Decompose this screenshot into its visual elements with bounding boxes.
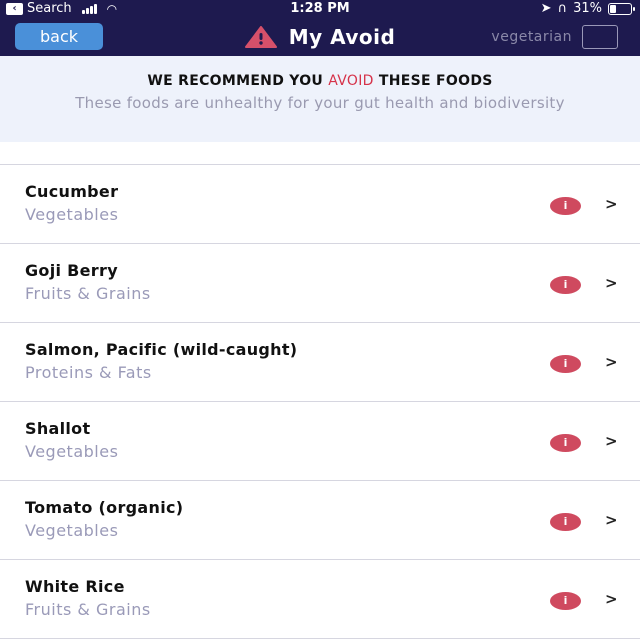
food-list: Cucumber Vegetables i > Goji Berry Fruit…	[0, 164, 640, 639]
food-category: Proteins & Fats	[25, 363, 152, 382]
food-name: Salmon, Pacific (wild-caught)	[25, 340, 298, 359]
food-row[interactable]: Shallot Vegetables i >	[0, 402, 640, 481]
vegetarian-checkbox[interactable]	[582, 25, 618, 49]
food-name: Tomato (organic)	[25, 498, 184, 517]
info-icon[interactable]: i	[550, 434, 581, 452]
banner-title-highlight: AVOID	[328, 73, 374, 89]
chevron-right-icon: >	[605, 195, 618, 213]
info-icon[interactable]: i	[550, 592, 581, 610]
food-category: Vegetables	[25, 442, 119, 461]
food-category: Fruits & Grains	[25, 600, 151, 619]
info-icon[interactable]: i	[550, 276, 581, 294]
chevron-right-icon: >	[605, 274, 618, 292]
banner-title-prefix: WE RECOMMEND YOU	[147, 73, 329, 89]
recommendation-banner: WE RECOMMEND YOU AVOID THESE FOODS These…	[0, 56, 640, 142]
food-category: Fruits & Grains	[25, 284, 151, 303]
food-row[interactable]: Cucumber Vegetables i >	[0, 165, 640, 244]
battery-percent: 31%	[573, 1, 602, 16]
chevron-right-icon: >	[605, 432, 618, 450]
battery-icon	[608, 2, 635, 15]
headphones-icon: ∩	[557, 1, 568, 16]
app-header: ‹ Search ◠ 1:28 PM ➤ ∩ 31% back My Avoid…	[0, 0, 640, 56]
food-name: White Rice	[25, 577, 125, 596]
chevron-right-icon: >	[605, 511, 618, 529]
warning-triangle-icon	[244, 26, 277, 48]
chevron-right-icon: >	[605, 590, 618, 608]
page-title: My Avoid	[288, 25, 396, 49]
banner-subtitle: These foods are unhealthy for your gut h…	[75, 94, 565, 112]
food-row[interactable]: Salmon, Pacific (wild-caught) Proteins &…	[0, 323, 640, 402]
food-row[interactable]: White Rice Fruits & Grains i >	[0, 560, 640, 639]
battery-fill	[610, 4, 616, 13]
info-icon[interactable]: i	[550, 513, 581, 531]
food-name: Cucumber	[25, 182, 119, 201]
vegetarian-toggle[interactable]: vegetarian	[491, 25, 618, 49]
banner-title-suffix: THESE FOODS	[373, 73, 493, 89]
food-category: Vegetables	[25, 205, 119, 224]
status-bar: ‹ Search ◠ 1:28 PM ➤ ∩ 31%	[0, 0, 640, 18]
food-row[interactable]: Tomato (organic) Vegetables i >	[0, 481, 640, 560]
food-row[interactable]: Goji Berry Fruits & Grains i >	[0, 244, 640, 323]
food-name: Goji Berry	[25, 261, 118, 280]
food-category: Vegetables	[25, 521, 119, 540]
vegetarian-label: vegetarian	[491, 29, 572, 45]
status-right: ➤ ∩ 31%	[540, 1, 635, 16]
info-icon[interactable]: i	[550, 355, 581, 373]
info-icon[interactable]: i	[550, 197, 581, 215]
food-name: Shallot	[25, 419, 91, 438]
chevron-right-icon: >	[605, 353, 618, 371]
location-icon: ➤	[540, 1, 552, 16]
banner-title: WE RECOMMEND YOU AVOID THESE FOODS	[0, 73, 640, 89]
